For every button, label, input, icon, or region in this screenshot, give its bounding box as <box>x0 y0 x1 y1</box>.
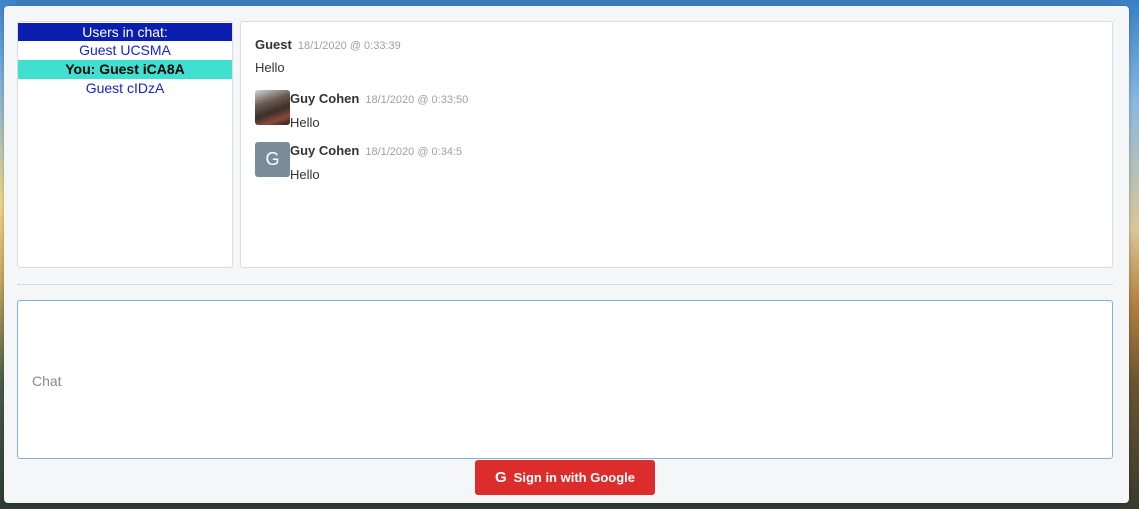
chat-input-box <box>17 300 1113 459</box>
user-item[interactable]: Guest cIDzA <box>18 79 232 98</box>
users-list: Users in chat: Guest UCSMA You: Guest iC… <box>17 21 233 268</box>
google-icon: G <box>495 469 507 486</box>
sign-in-google-button[interactable]: G Sign in with Google <box>475 460 655 495</box>
message-item: Guest 18/1/2020 @ 0:33:39 Hello <box>255 36 401 75</box>
message-text: Hello <box>290 167 320 182</box>
message-timestamp: 18/1/2020 @ 0:34:5 <box>365 146 463 158</box>
avatar: G <box>255 142 290 177</box>
messages-list: Guest 18/1/2020 @ 0:33:39 Hello Guy Cohen… <box>240 21 1113 268</box>
message-text: Hello <box>290 115 320 130</box>
divider <box>17 284 1113 285</box>
message-author: Guy Cohen <box>290 91 360 106</box>
message-author: Guy Cohen <box>290 143 360 158</box>
sign-in-label: Sign in with Google <box>513 470 635 485</box>
user-item[interactable]: Guest UCSMA <box>18 41 232 60</box>
message-timestamp: 18/1/2020 @ 0:33:50 <box>365 94 469 106</box>
message-text: Hello <box>255 60 285 75</box>
message-author: Guest <box>255 37 292 52</box>
chat-input[interactable] <box>18 301 1112 458</box>
message-timestamp: 18/1/2020 @ 0:33:39 <box>297 40 401 52</box>
avatar <box>255 90 290 125</box>
users-list-header: Users in chat: <box>18 23 232 41</box>
user-item-self[interactable]: You: Guest iCA8A <box>18 60 232 79</box>
